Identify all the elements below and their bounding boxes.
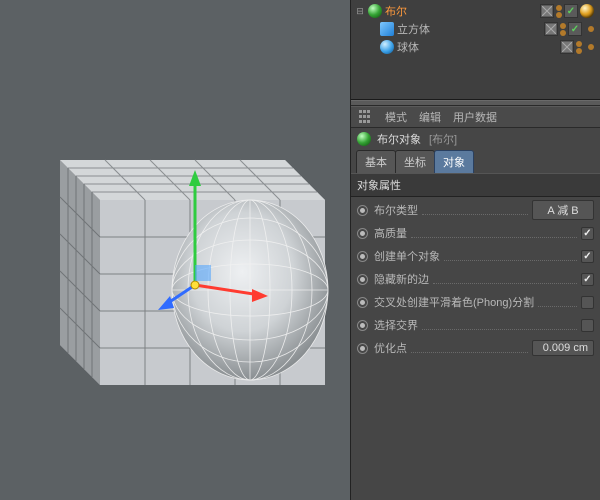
sphere-icon [380,40,394,54]
prop-select-boundary: 选择交界 [357,316,594,334]
boole-icon [368,4,382,18]
viewport-3d[interactable] [0,0,350,500]
prop-phong-break: 交叉处创建平滑着色(Phong)分割 [357,293,594,311]
layer-box[interactable] [540,4,554,18]
tab-object[interactable]: 对象 [434,150,474,173]
single-object-check[interactable]: ✓ [581,250,594,263]
tree-label[interactable]: 立方体 [397,21,544,37]
anim-dot-icon[interactable] [357,274,368,285]
high-quality-check[interactable]: ✓ [581,227,594,240]
prop-boole-type: 布尔类型 A 减 B [357,201,594,219]
attribute-menu-bar: 模式 编辑 用户数据 [351,106,600,128]
optimize-points-field[interactable]: 0.009 cm [532,340,594,356]
anim-dot-icon[interactable] [357,251,368,262]
prop-high-quality: 高质量 ✓ [357,224,594,242]
tree-row-sphere[interactable]: 球体 [351,38,600,56]
prop-label: 布尔类型 [374,202,418,218]
boole-type-select[interactable]: A 减 B [532,200,594,220]
prop-label: 隐藏新的边 [374,271,429,287]
prop-label: 高质量 [374,225,407,241]
phong-break-check[interactable] [581,296,594,309]
tree-label[interactable]: 球体 [397,39,560,55]
menu-edit[interactable]: 编辑 [419,109,441,125]
anim-dot-icon[interactable] [357,320,368,331]
right-panel: ⊟ 布尔 ✓ 立方体 ✓ 球体 [350,0,600,500]
tag-dot[interactable] [588,26,594,32]
anim-dot-icon[interactable] [357,228,368,239]
prop-single-object: 创建单个对象 ✓ [357,247,594,265]
hide-edges-check[interactable]: ✓ [581,273,594,286]
prop-hide-new-edges: 隐藏新的边 ✓ [357,270,594,288]
enable-check[interactable]: ✓ [568,22,582,36]
object-name: 布尔对象 [377,131,421,147]
object-type: [布尔] [429,131,457,147]
attribute-tabs: 基本 坐标 对象 [351,150,600,173]
enable-check[interactable]: ✓ [564,4,578,18]
attribute-title: 布尔对象 [布尔] [351,128,600,150]
prop-label: 交叉处创建平滑着色(Phong)分割 [374,294,534,310]
tag-dot[interactable] [588,44,594,50]
tab-coord[interactable]: 坐标 [395,150,435,173]
anim-dot-icon[interactable] [357,297,368,308]
tree-label[interactable]: 布尔 [385,3,540,19]
tree-row-cube[interactable]: 立方体 ✓ [351,20,600,38]
visibility-dots[interactable] [576,41,582,54]
property-list: 布尔类型 A 减 B 高质量 ✓ 创建单个对象 ✓ 隐藏新的边 ✓ 交叉处创建平… [351,197,600,361]
prop-label: 优化点 [374,340,407,356]
cube-icon [380,22,394,36]
object-manager[interactable]: ⊟ 布尔 ✓ 立方体 ✓ 球体 [351,0,600,100]
boole-icon [357,132,371,146]
menu-userdata[interactable]: 用户数据 [453,109,497,125]
prop-optimize-points: 优化点 0.009 cm [357,339,594,357]
layer-box[interactable] [560,40,574,54]
visibility-dots[interactable] [560,23,566,36]
anim-dot-icon[interactable] [357,205,368,216]
menu-icon[interactable] [359,110,373,124]
select-boundary-check[interactable] [581,319,594,332]
tab-basic[interactable]: 基本 [356,150,396,173]
anim-dot-icon[interactable] [357,343,368,354]
layer-box[interactable] [544,22,558,36]
prop-label: 选择交界 [374,317,418,333]
menu-mode[interactable]: 模式 [385,109,407,125]
section-header: 对象属性 [351,173,600,197]
material-sphere-icon[interactable] [580,4,594,18]
visibility-dots[interactable] [556,5,562,18]
prop-label: 创建单个对象 [374,248,440,264]
tree-row-boole[interactable]: ⊟ 布尔 ✓ [351,2,600,20]
tree-toggle-icon[interactable]: ⊟ [355,6,365,16]
